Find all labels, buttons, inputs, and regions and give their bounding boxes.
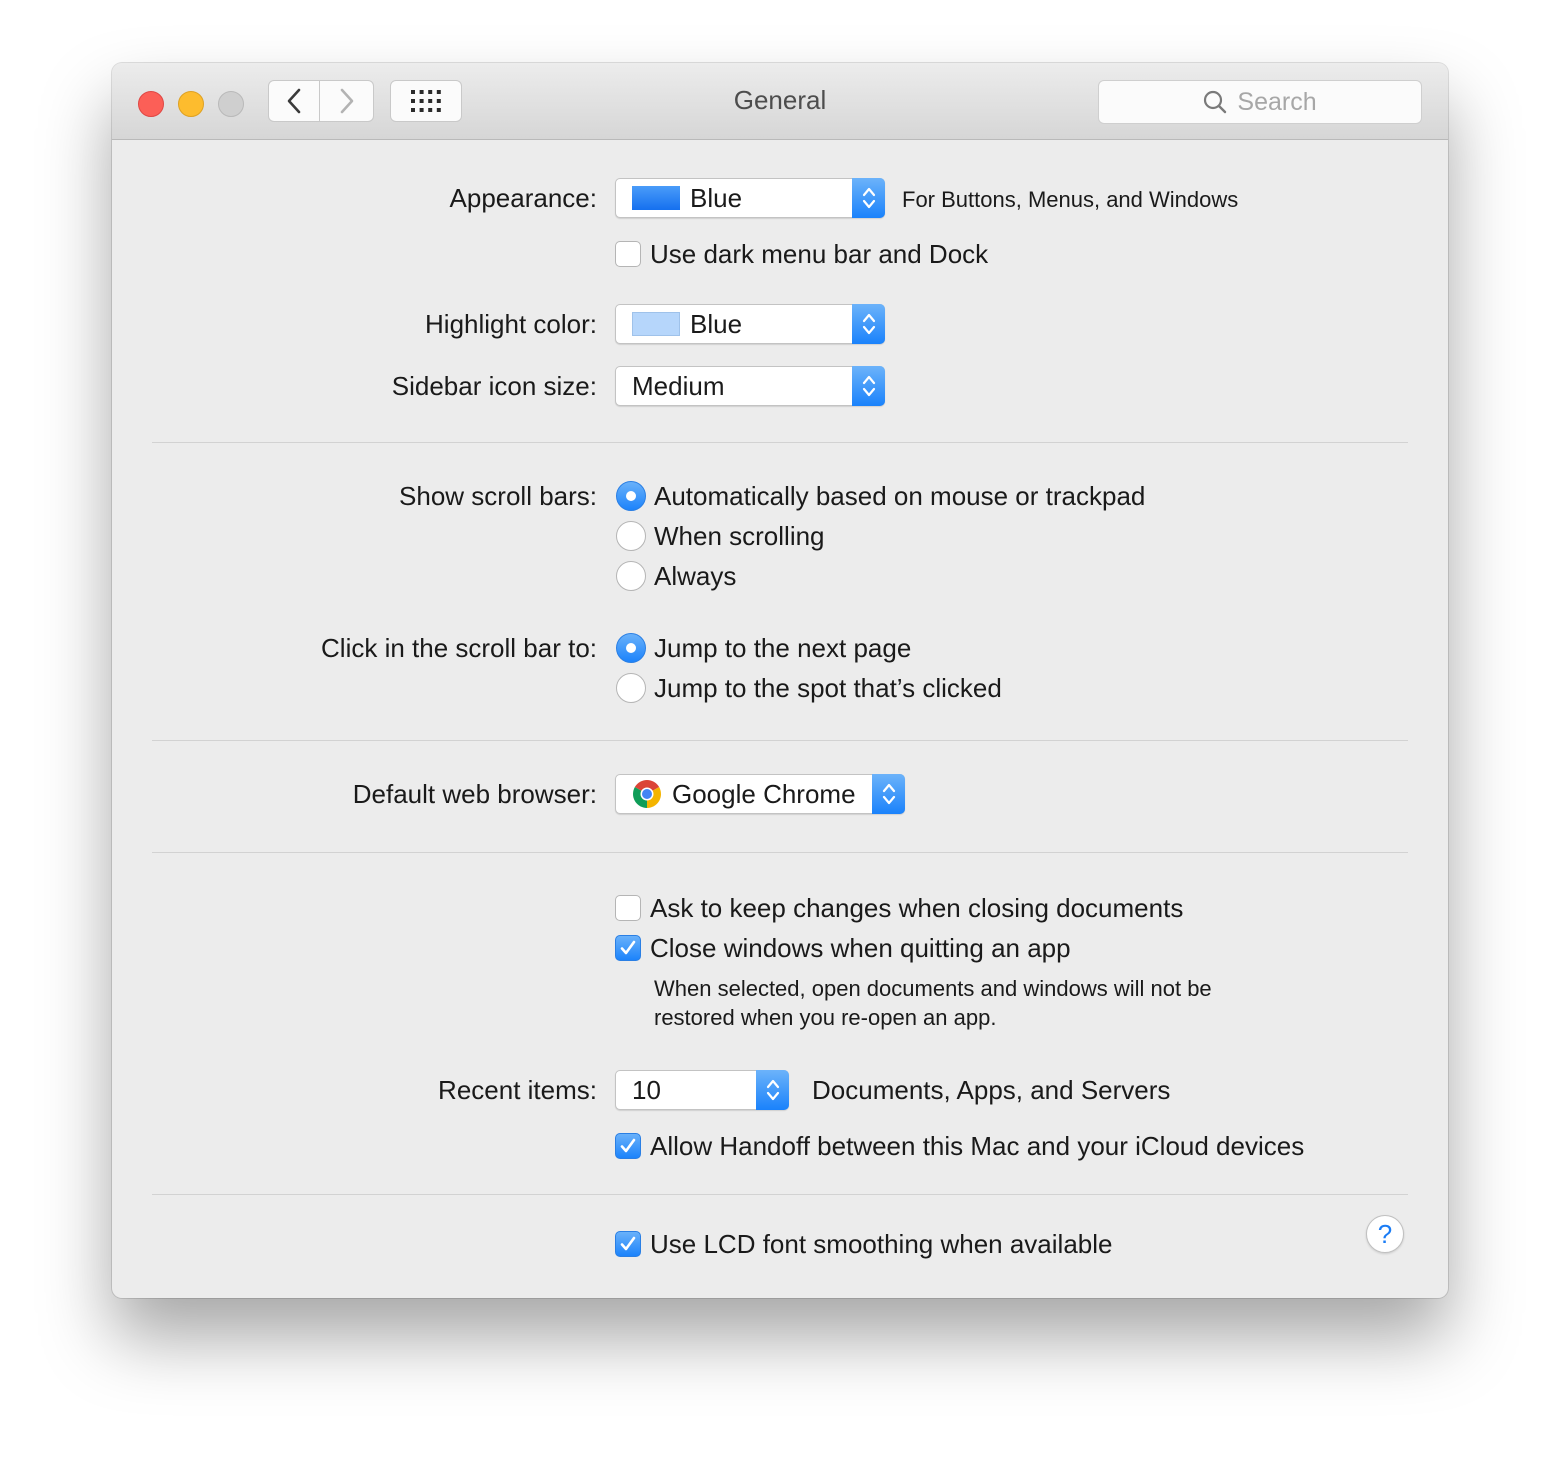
separator [152, 852, 1408, 853]
sidebar-icon-size-value: Medium [632, 370, 725, 401]
ask-keep-changes-checkbox[interactable] [615, 895, 641, 921]
scroll-bars-when-scrolling-radio[interactable] [616, 521, 646, 551]
popup-arrows [852, 366, 885, 406]
help-button[interactable]: ? [1366, 1215, 1404, 1253]
popup-arrows [852, 304, 885, 344]
search-icon [1204, 90, 1227, 114]
close-windows-label: Close windows when quitting an app [650, 933, 1071, 963]
handoff-checkbox[interactable] [615, 1133, 641, 1159]
highlight-popup[interactable]: Blue [615, 304, 885, 344]
ask-keep-changes-label: Ask to keep changes when closing documen… [650, 893, 1184, 923]
search-placeholder: Search [1237, 87, 1317, 116]
up-down-arrows-icon [766, 1079, 779, 1101]
preferences-window: General Search Appearance: Blue For Butt… [112, 63, 1448, 1298]
checkmark-icon [620, 940, 636, 955]
highlight-value: Blue [690, 308, 743, 339]
handoff-label: Allow Handoff between this Mac and your … [650, 1131, 1305, 1161]
highlight-label: Highlight color: [425, 309, 597, 339]
browser-popup[interactable]: Google Chrome [615, 774, 905, 814]
up-down-arrows-icon [862, 375, 875, 397]
scroll-bars-label: Show scroll bars: [399, 481, 597, 511]
up-down-arrows-icon [862, 187, 875, 209]
separator [152, 442, 1408, 443]
title-bar: General Search [112, 63, 1448, 140]
appearance-swatch [632, 186, 680, 210]
highlight-swatch [632, 312, 680, 336]
checkmark-icon [620, 1138, 636, 1153]
sidebar-icon-size-popup[interactable]: Medium [615, 366, 885, 406]
click-scroll-option-spot: Jump to the spot that’s clicked [654, 673, 1002, 703]
recent-items-popup[interactable]: 10 [615, 1070, 789, 1110]
scroll-bars-option-always: Always [654, 561, 737, 591]
appearance-hint: For Buttons, Menus, and Windows [902, 187, 1239, 212]
recent-items-value: 10 [632, 1074, 661, 1105]
recent-items-label: Recent items: [438, 1075, 597, 1105]
appearance-popup[interactable]: Blue [615, 178, 885, 218]
scroll-bars-option-auto: Automatically based on mouse or trackpad [654, 481, 1146, 511]
sidebar-icon-size-label: Sidebar icon size: [391, 371, 597, 401]
appearance-label: Appearance: [449, 183, 597, 213]
separator [152, 1194, 1408, 1195]
close-windows-note-line2: restored when you re-open an app. [654, 1005, 997, 1030]
appearance-value: Blue [690, 182, 743, 213]
separator [152, 740, 1408, 741]
up-down-arrows-icon [862, 313, 875, 335]
checkmark-icon [620, 1236, 636, 1251]
dark-menu-label: Use dark menu bar and Dock [650, 239, 989, 269]
dark-menu-checkbox[interactable] [615, 241, 641, 267]
recent-items-suffix: Documents, Apps, and Servers [812, 1075, 1171, 1105]
close-windows-note-line1: When selected, open documents and window… [654, 976, 1212, 1001]
popup-arrows [756, 1070, 789, 1110]
browser-label: Default web browser: [352, 779, 597, 809]
popup-arrows [872, 774, 905, 814]
chrome-icon [633, 780, 661, 808]
click-scroll-label: Click in the scroll bar to: [321, 633, 597, 663]
search-field[interactable]: Search [1098, 80, 1422, 124]
up-down-arrows-icon [882, 783, 895, 805]
lcd-smoothing-checkbox[interactable] [615, 1231, 641, 1257]
click-scroll-next-page-radio[interactable] [616, 633, 646, 663]
click-scroll-spot-radio[interactable] [616, 673, 646, 703]
lcd-smoothing-label: Use LCD font smoothing when available [650, 1229, 1113, 1259]
popup-arrows [852, 178, 885, 218]
scroll-bars-always-radio[interactable] [616, 561, 646, 591]
browser-value: Google Chrome [672, 778, 856, 809]
click-scroll-option-next-page: Jump to the next page [654, 633, 912, 663]
scroll-bars-option-when-scrolling: When scrolling [654, 521, 825, 551]
scroll-bars-auto-radio[interactable] [616, 481, 646, 511]
close-windows-checkbox[interactable] [615, 935, 641, 961]
